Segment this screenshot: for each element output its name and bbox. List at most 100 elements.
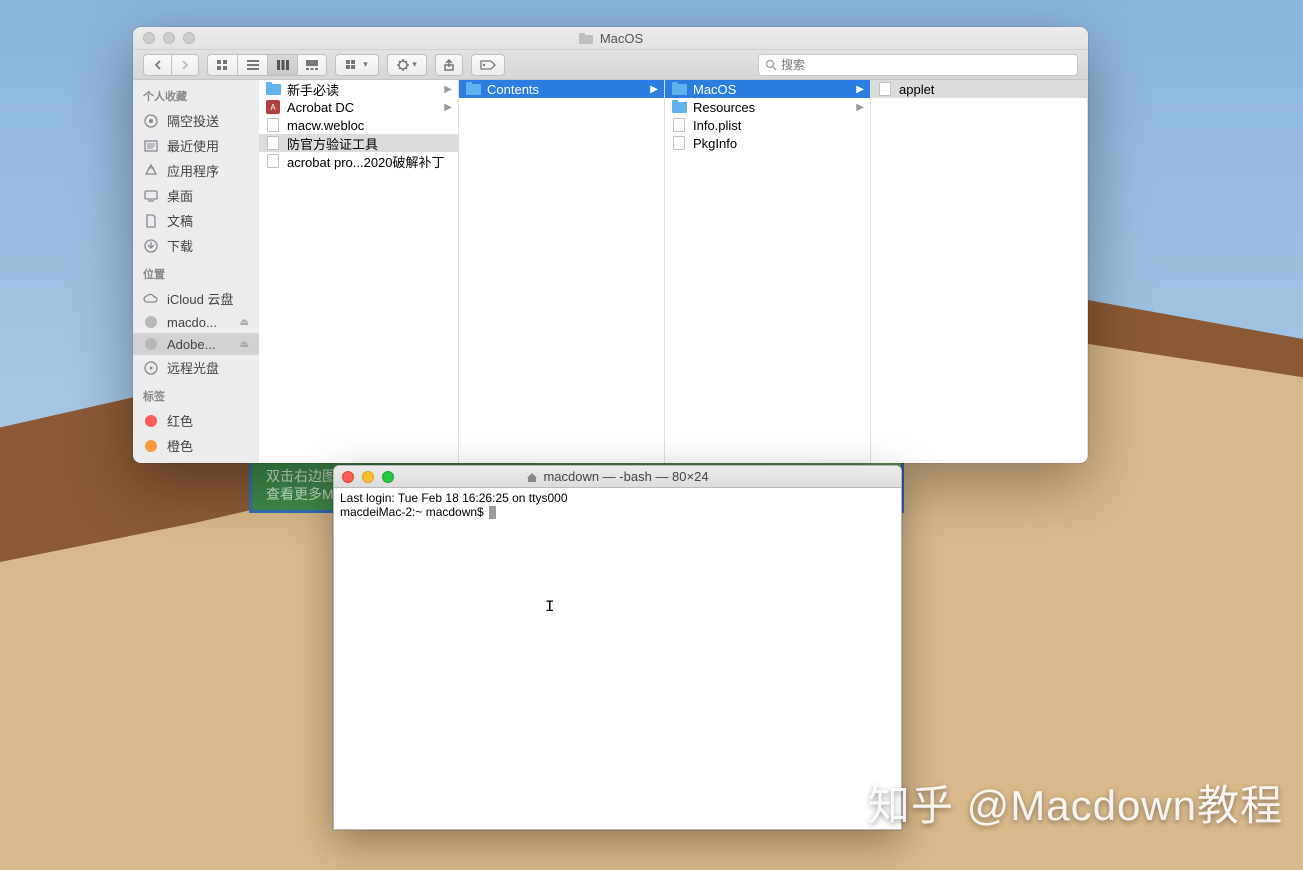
sidebar-favorites-header: 个人收藏 bbox=[133, 80, 259, 108]
sidebar-item-disk2[interactable]: Adobe...⏏ bbox=[133, 333, 259, 355]
finder-titlebar[interactable]: MacOS bbox=[133, 27, 1088, 50]
sidebar-item-airdrop[interactable]: 隔空投送 bbox=[133, 108, 259, 133]
chevron-right-icon: ▶ bbox=[856, 84, 864, 95]
terminal-prompt-line: macdeiMac-2:~ macdown$ bbox=[340, 505, 895, 519]
cursor-icon bbox=[489, 506, 496, 519]
finder-traffic-lights bbox=[143, 32, 195, 44]
sidebar-item-downloads[interactable]: 下载 bbox=[133, 233, 259, 258]
file-icon bbox=[265, 135, 281, 151]
terminal-prompt: macdeiMac-2:~ macdown$ bbox=[340, 505, 487, 519]
column-view-button[interactable] bbox=[267, 54, 297, 76]
watermark-handle: @Macdown教程 bbox=[967, 782, 1283, 829]
zoom-button[interactable] bbox=[183, 32, 195, 44]
sidebar-item-remote[interactable]: 远程光盘 bbox=[133, 355, 259, 380]
list-item[interactable]: acrobat pro...2020破解补丁 bbox=[259, 152, 458, 170]
chevron-right-icon: ▶ bbox=[650, 84, 658, 95]
close-button[interactable] bbox=[342, 471, 354, 483]
documents-icon bbox=[143, 213, 159, 229]
disk-icon bbox=[143, 314, 159, 330]
file-icon bbox=[265, 117, 281, 133]
folder-icon bbox=[671, 99, 687, 115]
column-2: Contents▶ bbox=[459, 80, 665, 463]
tags-button[interactable] bbox=[471, 54, 505, 76]
terminal-title: macdown — -bash — 80×24 bbox=[526, 469, 708, 484]
list-item[interactable]: MacOS▶ bbox=[665, 80, 870, 98]
list-item[interactable]: 防官方验证工具 bbox=[259, 134, 458, 152]
sidebar-tag-orange[interactable]: 橙色 bbox=[133, 433, 259, 458]
icon-view-button[interactable] bbox=[207, 54, 237, 76]
finder-title: MacOS bbox=[578, 30, 643, 46]
file-icon bbox=[671, 135, 687, 151]
column-view: 新手必读▶ AAcrobat DC▶ macw.webloc 防官方验证工具 a… bbox=[259, 80, 1088, 463]
minimize-button[interactable] bbox=[163, 32, 175, 44]
sidebar-item-documents[interactable]: 文稿 bbox=[133, 208, 259, 233]
finder-toolbar: ▾ ▾ bbox=[133, 50, 1088, 80]
list-item[interactable]: AAcrobat DC▶ bbox=[259, 98, 458, 116]
column-4: applet bbox=[871, 80, 1088, 463]
terminal-title-text: macdown — -bash — 80×24 bbox=[543, 469, 708, 484]
sidebar-item-recents[interactable]: 最近使用 bbox=[133, 133, 259, 158]
list-item[interactable]: macw.webloc bbox=[259, 116, 458, 134]
forward-button[interactable] bbox=[171, 54, 199, 76]
search-field[interactable] bbox=[758, 54, 1078, 76]
sidebar-item-disk1[interactable]: macdo...⏏ bbox=[133, 311, 259, 333]
share-button[interactable] bbox=[435, 54, 463, 76]
eject-icon[interactable]: ⏏ bbox=[240, 317, 249, 328]
list-item[interactable]: Contents▶ bbox=[459, 80, 664, 98]
view-switcher bbox=[207, 54, 327, 76]
close-button[interactable] bbox=[143, 32, 155, 44]
watermark-zhihu: 知乎 bbox=[868, 782, 954, 829]
list-item[interactable]: Info.plist bbox=[665, 116, 870, 134]
list-view-button[interactable] bbox=[237, 54, 267, 76]
recents-icon bbox=[143, 138, 159, 154]
applications-icon bbox=[143, 163, 159, 179]
desktop-icon bbox=[143, 188, 159, 204]
terminal-titlebar[interactable]: macdown — -bash — 80×24 bbox=[334, 466, 901, 488]
column-3: MacOS▶ Resources▶ Info.plist PkgInfo bbox=[665, 80, 871, 463]
terminal-body[interactable]: Last login: Tue Feb 18 16:26:25 on ttys0… bbox=[334, 488, 901, 829]
zoom-button[interactable] bbox=[382, 471, 394, 483]
downloads-icon bbox=[143, 238, 159, 254]
tag-orange-icon bbox=[143, 438, 159, 454]
search-input[interactable] bbox=[781, 58, 1071, 72]
watermark: 知乎 @Macdown教程 bbox=[868, 772, 1283, 833]
list-item[interactable]: Resources▶ bbox=[665, 98, 870, 116]
gallery-view-button[interactable] bbox=[297, 54, 327, 76]
folder-icon bbox=[671, 81, 687, 97]
icloud-icon bbox=[143, 291, 159, 307]
file-icon bbox=[877, 81, 893, 97]
remote-disc-icon bbox=[143, 360, 159, 376]
finder-window: MacOS ▾ ▾ 个人收藏 隔空投送 最近使用 应用程序 桌面 bbox=[133, 27, 1088, 463]
sidebar-item-applications[interactable]: 应用程序 bbox=[133, 158, 259, 183]
back-button[interactable] bbox=[143, 54, 171, 76]
folder-icon bbox=[265, 81, 281, 97]
app-icon: A bbox=[265, 99, 281, 115]
search-icon bbox=[765, 59, 777, 71]
action-button[interactable]: ▾ bbox=[387, 54, 427, 76]
list-item[interactable]: PkgInfo bbox=[665, 134, 870, 152]
list-item[interactable]: 新手必读▶ bbox=[259, 80, 458, 98]
disk-icon bbox=[143, 336, 159, 352]
sidebar-item-desktop[interactable]: 桌面 bbox=[133, 183, 259, 208]
nav-buttons bbox=[143, 54, 199, 76]
finder-body: 个人收藏 隔空投送 最近使用 应用程序 桌面 文稿 下载 位置 iCloud 云… bbox=[133, 80, 1088, 463]
sidebar: 个人收藏 隔空投送 最近使用 应用程序 桌面 文稿 下载 位置 iCloud 云… bbox=[133, 80, 259, 463]
list-item[interactable]: applet bbox=[871, 80, 1087, 98]
tag-red-icon bbox=[143, 413, 159, 429]
chevron-right-icon: ▶ bbox=[444, 102, 452, 113]
terminal-traffic-lights bbox=[342, 471, 394, 483]
sidebar-item-icloud[interactable]: iCloud 云盘 bbox=[133, 286, 259, 311]
terminal-window: macdown — -bash — 80×24 Last login: Tue … bbox=[333, 465, 902, 830]
terminal-line: Last login: Tue Feb 18 16:26:25 on ttys0… bbox=[340, 491, 895, 505]
finder-title-text: MacOS bbox=[600, 31, 643, 46]
file-icon bbox=[265, 153, 281, 169]
eject-icon[interactable]: ⏏ bbox=[240, 339, 249, 350]
minimize-button[interactable] bbox=[362, 471, 374, 483]
chevron-right-icon: ▶ bbox=[856, 102, 864, 113]
arrange-button[interactable]: ▾ bbox=[335, 54, 379, 76]
sidebar-tags-header: 标签 bbox=[133, 380, 259, 408]
folder-icon bbox=[578, 30, 594, 46]
sidebar-tag-red[interactable]: 红色 bbox=[133, 408, 259, 433]
airdrop-icon bbox=[143, 113, 159, 129]
column-1: 新手必读▶ AAcrobat DC▶ macw.webloc 防官方验证工具 a… bbox=[259, 80, 459, 463]
